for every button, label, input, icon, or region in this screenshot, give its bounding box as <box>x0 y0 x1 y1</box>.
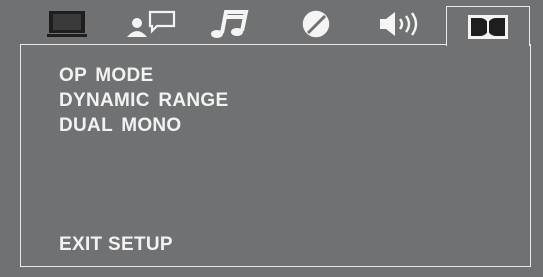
tab-dolby-setup[interactable] <box>446 6 530 46</box>
video-adjust-icon <box>302 10 330 38</box>
tab-language-setup[interactable] <box>124 8 180 40</box>
tab-audio-setup[interactable] <box>206 8 254 40</box>
setup-screen: OP MODE DYNAMIC RANGE DUAL MONO EXIT SET… <box>0 0 543 277</box>
exit-setup-item[interactable]: EXIT SETUP <box>59 232 173 257</box>
language-speech-icon <box>127 10 176 37</box>
speaker-icon <box>380 12 418 36</box>
tab-general-setup[interactable] <box>44 8 90 40</box>
menu-item-dynamic-range[interactable]: DYNAMIC RANGE <box>59 88 228 113</box>
setup-tab-bar <box>0 0 543 46</box>
menu-item-dual-mono[interactable]: DUAL MONO <box>59 113 228 138</box>
dolby-setup-menu: OP MODE DYNAMIC RANGE DUAL MONO <box>59 63 228 138</box>
tab-speaker-setup[interactable] <box>374 8 430 40</box>
menu-item-op-mode[interactable]: OP MODE <box>59 63 228 88</box>
tv-monitor-icon <box>47 11 87 37</box>
setup-menu-panel: OP MODE DYNAMIC RANGE DUAL MONO EXIT SET… <box>20 44 531 267</box>
music-note-icon <box>211 10 249 38</box>
tab-video-setup[interactable] <box>296 8 336 40</box>
dolby-digital-icon <box>468 14 508 39</box>
